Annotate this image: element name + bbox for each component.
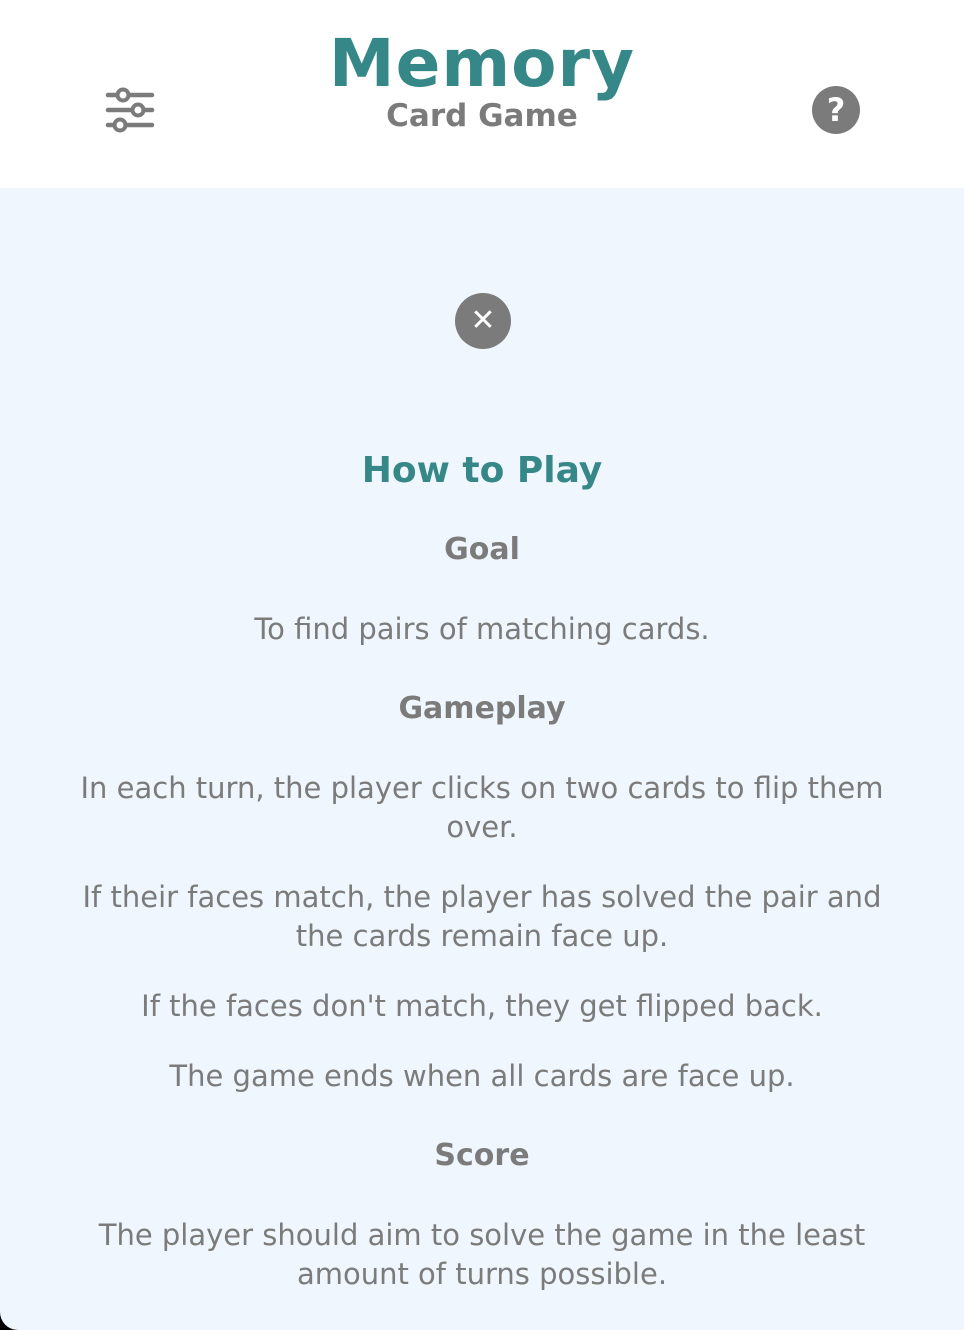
- section-heading-gameplay: Gameplay: [398, 691, 566, 726]
- modal-content: How to Play Goal To find pairs of matchi…: [60, 450, 904, 1325]
- gameplay-text-mismatch: If the faces don't match, they get flipp…: [141, 989, 823, 1023]
- close-icon: ✕: [470, 303, 496, 338]
- gameplay-text-turn: In each turn, the player clicks on two c…: [80, 771, 884, 844]
- gameplay-text-end: The game ends when all cards are face up…: [169, 1059, 795, 1093]
- app-page: Memory Card Game ? ✕ How to Play Goal To…: [0, 0, 964, 1330]
- section-heading-score: Score: [434, 1138, 530, 1173]
- score-text: The player should aim to solve the game …: [98, 1218, 866, 1291]
- modal-title: How to Play: [361, 450, 603, 491]
- gameplay-text-match: If their faces match, the player has sol…: [82, 880, 882, 953]
- app-header: Memory Card Game ?: [0, 0, 964, 188]
- question-mark-icon: ?: [826, 91, 846, 129]
- goal-text: To find pairs of matching cards.: [254, 612, 710, 646]
- help-button[interactable]: ?: [812, 86, 860, 134]
- close-button[interactable]: ✕: [455, 293, 511, 349]
- section-heading-goal: Goal: [444, 532, 520, 567]
- how-to-play-modal: ✕ How to Play Goal To find pairs of matc…: [0, 188, 964, 1330]
